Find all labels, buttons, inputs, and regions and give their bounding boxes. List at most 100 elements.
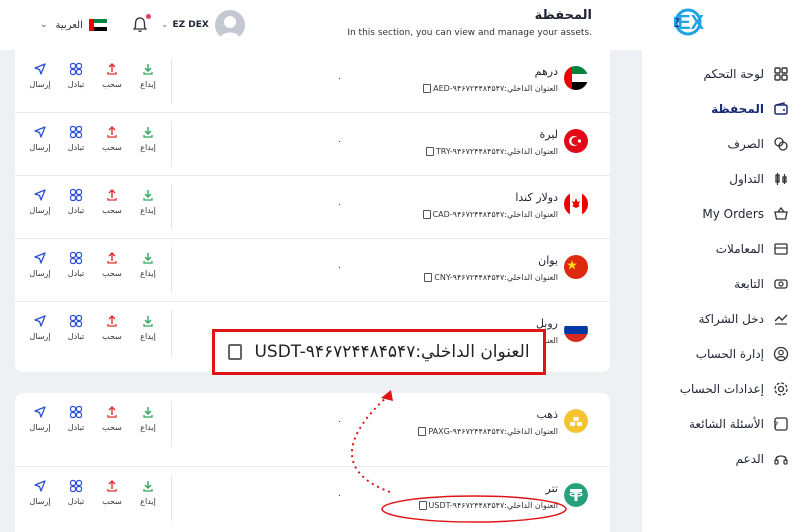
swap-label: تبادل (67, 143, 85, 152)
deposit-icon (133, 125, 163, 139)
sidebar-item-faq[interactable]: ? الأسئلة الشائعة (642, 406, 800, 441)
copy-icon[interactable] (418, 501, 427, 510)
deposit-button[interactable]: إيداع (133, 405, 163, 432)
withdraw-button[interactable]: سحب (97, 405, 127, 432)
deposit-button[interactable]: إيداع (133, 125, 163, 152)
send-button[interactable]: إرسال (25, 479, 55, 506)
copy-icon[interactable] (418, 427, 427, 436)
svg-text:?: ? (774, 421, 779, 431)
copy-icon[interactable] (422, 210, 431, 219)
partnership-income-icon (772, 310, 790, 328)
sidebar-item-label: إدارة الحساب (695, 346, 764, 361)
wallet-currency-name: يوان (538, 254, 558, 267)
swap-label: تبادل (67, 80, 85, 89)
withdraw-button[interactable]: سحب (97, 62, 127, 89)
send-button[interactable]: إرسال (25, 314, 55, 341)
wallet-address-text: العنوان الداخلي:PAXG-۹۴۶۷۲۴۴۸۴۵۴۷ (428, 427, 558, 436)
withdraw-icon (97, 251, 127, 265)
swap-button[interactable]: تبادل (61, 62, 91, 89)
trade-icon (772, 170, 790, 188)
withdraw-label: سحب (102, 423, 122, 432)
sidebar-item-settings[interactable]: إعدادات الحساب (642, 371, 800, 406)
ezdex-logo[interactable]: EZ EZDEX (674, 8, 770, 36)
user-name[interactable]: EZ DEX (172, 20, 208, 30)
withdraw-button[interactable]: سحب (97, 314, 127, 341)
wallet-row: دولار كندا العنوان الداخلي:CAD-۹۴۶۷۲۴۴۸۴۵… (15, 176, 610, 239)
wallet-internal-address: العنوان الداخلي:PAXG-۹۴۶۷۲۴۴۸۴۵۴۷ (416, 427, 558, 436)
copy-icon[interactable] (424, 273, 433, 282)
swap-label: تبادل (67, 423, 85, 432)
sidebar-item-label: إعدادات الحساب (679, 381, 764, 396)
gold-icon (564, 409, 588, 433)
deposit-icon (133, 314, 163, 328)
deposit-button[interactable]: إيداع (133, 479, 163, 506)
withdraw-label: سحب (102, 497, 122, 506)
copy-icon[interactable] (423, 84, 432, 93)
deposit-button[interactable]: إيداع (133, 188, 163, 215)
user-menu-chevron-down-icon[interactable]: ⌄ (161, 20, 169, 30)
sidebar-item-support[interactable]: الدعم (642, 441, 800, 476)
withdraw-button[interactable]: سحب (97, 479, 127, 506)
sidebar-item-wallet[interactable]: المحفظة (642, 91, 800, 126)
send-button[interactable]: إرسال (25, 125, 55, 152)
china-flag-icon (564, 255, 588, 279)
language-chevron-down-icon[interactable]: ⌄ (40, 20, 48, 30)
sidebar-item-account-management[interactable]: إدارة الحساب (642, 336, 800, 371)
avatar[interactable] (214, 10, 245, 40)
copy-icon[interactable] (228, 344, 243, 360)
wallet-currency-name: تتر (545, 482, 558, 495)
wallet-icon (772, 100, 790, 118)
send-button[interactable]: إرسال (25, 251, 55, 278)
divider (171, 475, 172, 521)
deposit-button[interactable]: إيداع (133, 314, 163, 341)
sidebar-nav: لوحة التحكم المحفظة الصرف التداول My Orders ا… (642, 56, 800, 476)
wallet-internal-address: العنوان الداخلي:AED-۹۴۶۷۲۴۴۸۴۵۴۷ (421, 84, 558, 93)
language-selector[interactable]: العربية (56, 20, 83, 31)
withdraw-button[interactable]: سحب (97, 125, 127, 152)
sidebar-item-affiliate[interactable]: التابعة (642, 266, 800, 301)
swap-button[interactable]: تبادل (61, 188, 91, 215)
affiliate-icon (772, 275, 790, 293)
deposit-icon (133, 479, 163, 493)
deposit-button[interactable]: إيداع (133, 251, 163, 278)
wallet-balance: ۰ (337, 137, 342, 147)
send-button[interactable]: إرسال (25, 405, 55, 432)
wallet-row: ذهب العنوان الداخلي:PAXG-۹۴۶۷۲۴۴۸۴۵۴۷ ۰ إرس… (15, 393, 610, 467)
swap-button[interactable]: تبادل (61, 251, 91, 278)
russia-flag-icon (564, 318, 588, 342)
withdraw-icon (97, 314, 127, 328)
send-label: إرسال (29, 143, 51, 152)
notifications-bell-icon[interactable] (131, 13, 152, 34)
withdraw-button[interactable]: سحب (97, 188, 127, 215)
sidebar-item-transactions[interactable]: المعاملات (642, 231, 800, 266)
send-button[interactable]: إرسال (25, 188, 55, 215)
wallet-row: ليرة العنوان الداخلي:TRY-۹۴۶۷۲۴۴۸۴۵۴۷ ۰ إرس… (15, 113, 610, 176)
swap-label: تبادل (67, 206, 85, 215)
sidebar-item-partnership-income[interactable]: دخل الشراكة (642, 301, 800, 336)
copy-icon[interactable] (425, 147, 434, 156)
page-title: المحفظة (534, 8, 592, 23)
send-button[interactable]: إرسال (25, 62, 55, 89)
send-label: إرسال (29, 332, 51, 341)
send-icon (25, 125, 55, 139)
deposit-button[interactable]: إيداع (133, 62, 163, 89)
sidebar-item-dashboard[interactable]: لوحة التحكم (642, 56, 800, 91)
orders-icon (772, 205, 790, 223)
swap-label: تبادل (67, 269, 85, 278)
uae-flag-icon (564, 66, 588, 90)
swap-button[interactable]: تبادل (61, 405, 91, 432)
withdraw-button[interactable]: سحب (97, 251, 127, 278)
fiat-wallets-card: درهم العنوان الداخلي:AED-۹۴۶۷۲۴۴۸۴۵۴۷ ۰ إرس… (15, 50, 610, 372)
sidebar-item-trade[interactable]: التداول (642, 161, 800, 196)
sidebar-item-label: الأسئلة الشائعة (689, 416, 764, 431)
sidebar-item-exchange[interactable]: الصرف (642, 126, 800, 161)
account-management-icon (772, 345, 790, 363)
withdraw-label: سحب (102, 80, 122, 89)
divider (171, 121, 172, 167)
swap-button[interactable]: تبادل (61, 125, 91, 152)
sidebar-item-orders[interactable]: My Orders (642, 196, 800, 231)
swap-button[interactable]: تبادل (61, 314, 91, 341)
send-label: إرسال (29, 206, 51, 215)
swap-button[interactable]: تبادل (61, 479, 91, 506)
swap-label: تبادل (67, 497, 85, 506)
